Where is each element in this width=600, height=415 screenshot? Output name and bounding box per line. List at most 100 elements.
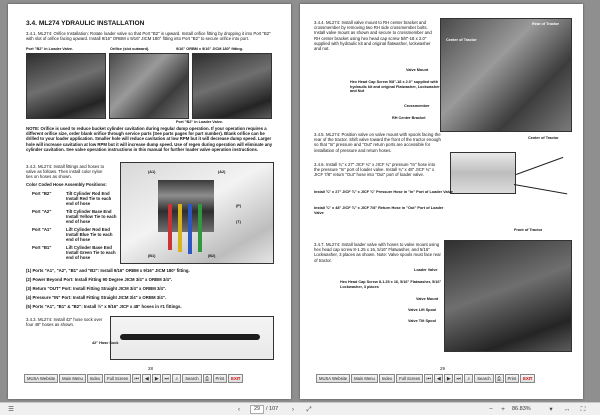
rear-of-tractor-label: Rear of Tractor — [532, 22, 560, 26]
valve-label-a2: (A2) — [218, 170, 226, 174]
expand-icon[interactable]: ⛶ — [578, 405, 588, 414]
hose-red — [168, 204, 172, 250]
rh-center-bracket-label: RH Center Bracket — [392, 116, 426, 120]
paragraph-347: 3.4.7. ML274: Install loader valve with … — [314, 242, 441, 263]
port-b2-desc: Tilt Cylinder Rod End Install Red Tie to… — [66, 191, 112, 207]
paragraph-343: 3.4.3. ML274: Install 42" hose sock over… — [26, 317, 103, 328]
print-button-2[interactable]: Print — [504, 374, 520, 383]
prev-page-icon[interactable]: ◀ — [142, 374, 152, 383]
index-button-2[interactable]: Index — [378, 374, 396, 383]
document-viewport[interactable]: 3.4. ML274 YDRAULIC INSTALLATION 3.4.1. … — [0, 0, 600, 402]
viewer-toolbar: ☰ ‹ 29 / 107 › ⤢ − + 86.83% ▾ ↔ ⛶ — [0, 402, 600, 415]
photo-fitting — [192, 53, 272, 119]
previous-page-icon[interactable]: ‹ — [234, 405, 244, 414]
valve-label-b2: (B2) — [208, 254, 216, 258]
next-page-icon[interactable]: ▶ — [152, 374, 162, 383]
port-b1-desc: Lift Cylinder Base End Install Green Tie… — [66, 245, 116, 261]
zoom-in-icon[interactable]: + — [498, 405, 508, 414]
print-button[interactable]: Print — [212, 374, 228, 383]
first-page-icon[interactable]: ⏮ — [132, 374, 142, 383]
hex-cap-screw-label: Hex Head Cap Screw 5/8"-18 x 2.0" suppli… — [350, 80, 440, 93]
prev-page-icon-2[interactable]: ◀ — [434, 374, 444, 383]
nav-bar-right: MUSA Website Main Menu Index Full Screen… — [316, 374, 536, 383]
port-a1-label: Port "A1" — [32, 227, 52, 232]
page-29: 3.4.4. ML274: Install valve mount to RH … — [300, 4, 583, 399]
orifice-note: NOTE: Orifice is used to reduce bucket c… — [26, 126, 273, 152]
binoculars-icon-2[interactable]: ⌕ — [464, 374, 474, 383]
valve-label-p: (P) — [236, 204, 242, 208]
first-page-icon-2[interactable]: ⏮ — [424, 374, 434, 383]
sidebar-toggle-icon[interactable]: ☰ — [6, 405, 16, 414]
search-button[interactable]: Search — [182, 374, 202, 383]
color-code-title: Color Coded Hose Assembly Positions: — [26, 182, 107, 187]
hose-line-1 — [515, 156, 564, 175]
pressure-hose-label: Install ¾" x 27" JICF ¾" x JICF ¾" Press… — [314, 190, 453, 194]
valve-lift-spool-label: Valve Lift Spool — [408, 308, 437, 312]
port-a2-desc: Tilt Cylinder Base End Install Yellow Ti… — [66, 209, 117, 225]
port-a2-label: Port "A2" — [32, 209, 52, 214]
valve-label-t: (T) — [236, 220, 241, 224]
hose-line-2 — [513, 184, 568, 194]
loader-valve-illustration — [158, 180, 214, 232]
hose-yellow — [178, 204, 182, 252]
step-1: (1) Ports "A1", "A2", "B1" and "B2": Ins… — [26, 268, 190, 273]
port-b2-label: Port "B2" — [32, 191, 52, 196]
step-5: (5) Ports "A1", "B1" & "B2": Install ½" … — [26, 304, 182, 309]
hose-sock-illustration — [120, 334, 260, 340]
last-page-icon-2[interactable]: ⏭ — [454, 374, 464, 383]
photo-valve-port — [26, 53, 106, 119]
center-of-tractor-label-2: Center of Tractor — [528, 136, 559, 140]
port-a1-desc: Lift Cylinder Rod End Install Blue Tie t… — [66, 227, 113, 243]
paragraph-344: 3.4.4. ML274: Install valve mount to RH … — [314, 20, 432, 52]
photo-orifice — [109, 53, 189, 119]
photo-label-orifice: Orifice (slot outward). — [110, 47, 150, 51]
page-28: 3.4. ML274 YDRAULIC INSTALLATION 3.4.1. … — [8, 4, 291, 399]
section-heading: 3.4. ML274 YDRAULIC INSTALLATION — [26, 20, 145, 27]
paragraph-341: 3.4.1. ML274: Orifice Installation: Rota… — [26, 31, 271, 42]
photo-label-port-b2: Port "B2" in Loader Valve. — [26, 47, 74, 51]
next-page-icon-2[interactable]: ▶ — [444, 374, 454, 383]
step-3: (3) Return "OUT" Port: Install Fitting S… — [26, 286, 167, 291]
hose-sock-label: 42" Hose Sock — [92, 341, 119, 345]
zoom-dropdown-icon[interactable]: ▾ — [546, 405, 556, 414]
index-button[interactable]: Index — [86, 374, 104, 383]
exit-button-2[interactable]: EXIT — [520, 374, 536, 383]
valve-diagram — [450, 152, 516, 194]
hex-cap-screw-label-2: Hex Head Cap Screw 8-1.25 x 16, 5/16" Fl… — [340, 280, 442, 289]
valve-label-a1: (A1) — [148, 170, 156, 174]
printer-icon-2[interactable]: ⎙ — [494, 374, 504, 383]
printer-icon[interactable]: ⎙ — [202, 374, 212, 383]
hose-blue — [188, 204, 192, 254]
port-b1-label: Port "B1" — [32, 245, 52, 250]
crossmember-label: Crossmember — [404, 104, 430, 108]
last-page-icon[interactable]: ⏭ — [162, 374, 172, 383]
page-number-input[interactable]: 29 — [250, 405, 264, 414]
page-number-28: 28 — [148, 366, 154, 371]
hose-green — [198, 204, 202, 252]
step-4: (4) Pressure "IN" Port: Install Fitting … — [26, 295, 166, 300]
zoom-out-icon[interactable]: − — [486, 405, 496, 414]
valve-mount-label-2: Valve Mount — [416, 297, 439, 301]
center-of-tractor-label: Center of Tractor — [446, 38, 477, 42]
main-menu-button[interactable]: Main Menu — [59, 374, 86, 383]
exit-button[interactable]: EXIT — [228, 374, 244, 383]
musa-website-button-2[interactable]: MUSA Website — [316, 374, 351, 383]
valve-mount-photo — [440, 18, 572, 132]
zoom-level[interactable]: 86.83% — [512, 405, 531, 414]
valve-tilt-spool-label: Valve Tilt Spool — [408, 319, 436, 323]
binoculars-icon[interactable]: ⌕ — [172, 374, 182, 383]
search-button-2[interactable]: Search — [474, 374, 494, 383]
musa-website-button[interactable]: MUSA Website — [24, 374, 59, 383]
photo-label-port-b2-bottom: Port "B2" in Loader Valve. — [176, 120, 224, 124]
step-2: (2) Power Beyond Port: Install Fitting 9… — [26, 277, 173, 282]
fit-width-icon[interactable]: ↔ — [562, 405, 572, 414]
return-hose-label: Install ¾" x 48" JICF ¾" x JICF 7/8" Ret… — [314, 206, 444, 215]
valve-label-b1: (B1) — [148, 254, 156, 258]
full-screen-button[interactable]: Full Screen — [104, 374, 132, 383]
full-screen-button-2[interactable]: Full Screen — [396, 374, 424, 383]
loader-valve-photo — [444, 240, 572, 352]
next-page-icon-toolbar[interactable]: › — [288, 405, 298, 414]
fit-page-icon[interactable]: ⤢ — [304, 405, 314, 414]
page-number-29: 29 — [440, 366, 446, 371]
main-menu-button-2[interactable]: Main Menu — [351, 374, 378, 383]
